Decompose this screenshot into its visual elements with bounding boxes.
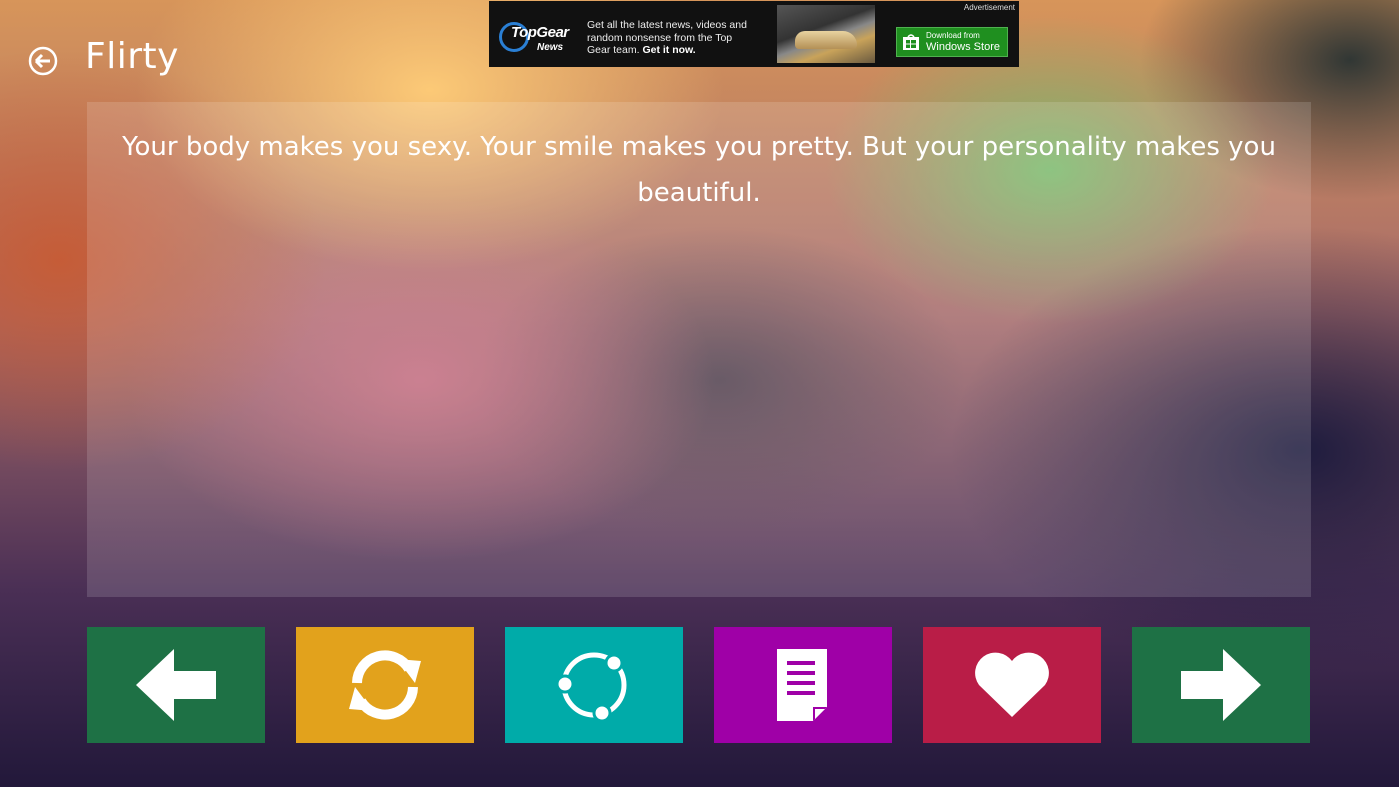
ad-text-line: Gear team. bbox=[587, 44, 640, 56]
share-button[interactable] bbox=[505, 627, 683, 743]
windows-store-icon bbox=[903, 34, 919, 50]
ad-car-image bbox=[777, 5, 875, 63]
quote-panel: Your body makes you sexy. Your smile mak… bbox=[87, 102, 1311, 597]
arrow-left-icon bbox=[136, 649, 216, 721]
back-button[interactable] bbox=[28, 46, 58, 76]
document-icon bbox=[777, 649, 827, 721]
ad-text-line: random nonsense from the Top bbox=[587, 31, 733, 44]
quote-text: Your body makes you sexy. Your smile mak… bbox=[122, 132, 1276, 208]
ad-text: Get all the latest news, videos and rand… bbox=[587, 19, 762, 57]
windows-store-button[interactable]: Download from Windows Store bbox=[896, 27, 1008, 57]
logo-sub-text: News bbox=[537, 42, 564, 53]
ad-text-line: Get all the latest news, videos and bbox=[587, 19, 747, 31]
logo-main-text: TopGear bbox=[511, 24, 569, 41]
topgear-logo: TopGear News bbox=[499, 20, 569, 56]
store-bottom-text: Windows Store bbox=[926, 41, 1000, 53]
favorite-button[interactable] bbox=[923, 627, 1101, 743]
ad-label: Advertisement bbox=[963, 3, 1015, 12]
copy-button[interactable] bbox=[714, 627, 892, 743]
share-icon bbox=[555, 652, 627, 723]
heart-icon bbox=[975, 652, 1049, 717]
previous-button[interactable] bbox=[87, 627, 265, 743]
next-button[interactable] bbox=[1132, 627, 1310, 743]
refresh-icon bbox=[349, 650, 421, 720]
back-arrow-circle-icon bbox=[28, 46, 58, 76]
ad-cta: Get it now. bbox=[642, 44, 696, 56]
ad-banner[interactable]: Advertisement TopGear News Get all the l… bbox=[489, 1, 1019, 67]
page-title: Flirty bbox=[85, 36, 179, 77]
arrow-right-icon bbox=[1181, 649, 1261, 721]
car-shape bbox=[795, 31, 857, 49]
app-window: Flirty Advertisement TopGear News Get al… bbox=[0, 0, 1399, 787]
store-top-text: Download from bbox=[926, 31, 980, 40]
refresh-button[interactable] bbox=[296, 627, 474, 743]
